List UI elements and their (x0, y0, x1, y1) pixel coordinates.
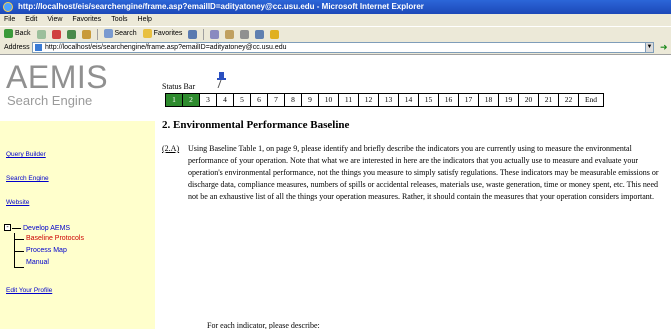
status-step-15[interactable]: 15 (419, 94, 439, 106)
aemis-logo-subtitle: Search Engine (7, 93, 93, 108)
status-step-13[interactable]: 13 (379, 94, 399, 106)
status-step-4[interactable]: 4 (217, 94, 234, 106)
go-arrow-icon[interactable]: ➜ (660, 42, 671, 53)
sidebar: AEMIS Search Engine Query Builder Search… (0, 55, 155, 329)
back-label: Back (14, 30, 31, 37)
search-icon (103, 28, 113, 38)
address-bar: Address http://localhost/eis/searchengin… (0, 41, 671, 55)
menu-edit[interactable]: Edit (25, 14, 37, 26)
internet-explorer-icon (3, 2, 13, 12)
tree-connector (14, 267, 24, 268)
website-link[interactable]: Website (6, 199, 29, 206)
favorites-label: Favorites (153, 30, 183, 37)
nav-panel: Query Builder Search Engine Website - De… (0, 121, 155, 329)
status-step-22[interactable]: 22 (559, 94, 579, 106)
section-title: 2. Environmental Performance Baseline (162, 119, 350, 131)
pushpin-icon (217, 72, 226, 88)
address-label: Address (4, 44, 30, 51)
status-step-21[interactable]: 21 (539, 94, 559, 106)
status-step-5[interactable]: 5 (234, 94, 251, 106)
refresh-icon[interactable] (66, 29, 76, 39)
page-icon (35, 44, 42, 51)
tree-item-process-map[interactable]: Process Map (26, 246, 67, 255)
stop-icon[interactable] (51, 29, 61, 39)
menu-bar: File Edit View Favorites Tools Help (0, 14, 671, 26)
mail-icon[interactable] (225, 29, 235, 39)
status-step-11[interactable]: 11 (339, 94, 359, 106)
status-step-10[interactable]: 10 (319, 94, 339, 106)
main-content: Status Bar 1 2 3 4 5 6 7 8 9 10 11 12 13 14 15 16 17 18 19… (160, 55, 671, 329)
question-text: Using Baseline Table 1, on page 9, pleas… (188, 144, 659, 201)
favorites-icon (142, 28, 152, 38)
question-label[interactable]: (2.A) (162, 144, 179, 153)
search-button[interactable]: Search (103, 27, 137, 41)
status-step-14[interactable]: 14 (399, 94, 419, 106)
home-icon[interactable] (81, 29, 91, 39)
status-step-19[interactable]: 19 (499, 94, 519, 106)
status-step-8[interactable]: 8 (285, 94, 302, 106)
tree-connector (14, 251, 24, 252)
status-step-18[interactable]: 18 (479, 94, 499, 106)
toolbar: Back Search Favorites (0, 26, 671, 41)
status-step-9[interactable]: 9 (302, 94, 319, 106)
tree-item-develop-aems[interactable]: Develop AEMS (23, 224, 70, 233)
back-arrow-icon (4, 28, 13, 38)
tree-connector (12, 228, 21, 229)
window-titlebar[interactable]: http://localhost/eis/searchengine/frame.… (0, 0, 671, 14)
menu-view[interactable]: View (47, 14, 62, 26)
edit-profile-link[interactable]: Edit Your Profile (6, 287, 52, 294)
media-icon[interactable] (188, 29, 198, 39)
tree-connector (14, 239, 24, 240)
status-step-16[interactable]: 16 (439, 94, 459, 106)
menu-favorites[interactable]: Favorites (72, 14, 101, 26)
status-step-1[interactable]: 1 (166, 94, 183, 106)
status-step-17[interactable]: 17 (459, 94, 479, 106)
favorites-button[interactable]: Favorites (142, 27, 183, 41)
menu-tools[interactable]: Tools (111, 14, 127, 26)
status-step-2[interactable]: 2 (183, 94, 200, 106)
address-dropdown-button[interactable]: ▼ (645, 42, 654, 53)
address-input[interactable]: http://localhost/eis/searchengine/frame.… (32, 42, 652, 53)
address-url: http://localhost/eis/searchengine/frame.… (45, 44, 287, 51)
window-title: http://localhost/eis/searchengine/frame.… (18, 2, 424, 11)
status-step-7[interactable]: 7 (268, 94, 285, 106)
print-icon[interactable] (240, 29, 250, 39)
history-icon[interactable] (210, 29, 220, 39)
tree-item-baseline-protocols[interactable]: Baseline Protocols (26, 234, 84, 243)
status-step-12[interactable]: 12 (359, 94, 379, 106)
aemis-logo: AEMIS (6, 59, 109, 95)
status-step-20[interactable]: 20 (519, 94, 539, 106)
menu-help[interactable]: Help (138, 14, 152, 26)
toolbar-separator (203, 28, 205, 40)
edit-icon[interactable] (255, 29, 265, 39)
tree-item-manual[interactable]: Manual (26, 258, 49, 267)
search-engine-link[interactable]: Search Engine (6, 175, 49, 182)
status-step-6[interactable]: 6 (251, 94, 268, 106)
toolbar-separator (96, 28, 98, 40)
messenger-icon[interactable] (270, 29, 280, 39)
query-builder-link[interactable]: Query Builder (6, 151, 46, 158)
menu-file[interactable]: File (4, 14, 15, 26)
status-bar-label: Status Bar (162, 82, 196, 91)
search-label: Search (114, 30, 137, 37)
indicator-prompt: For each indicator, please describe: (207, 321, 320, 329)
status-step-3[interactable]: 3 (200, 94, 217, 106)
status-step-end[interactable]: End (579, 94, 603, 106)
forward-arrow-icon[interactable] (36, 29, 46, 39)
tree-collapse-toggle[interactable]: - (4, 224, 11, 231)
back-button[interactable]: Back (4, 27, 31, 41)
status-steps: 1 2 3 4 5 6 7 8 9 10 11 12 13 14 15 16 17 18 19 20 21 22 End (165, 93, 604, 107)
